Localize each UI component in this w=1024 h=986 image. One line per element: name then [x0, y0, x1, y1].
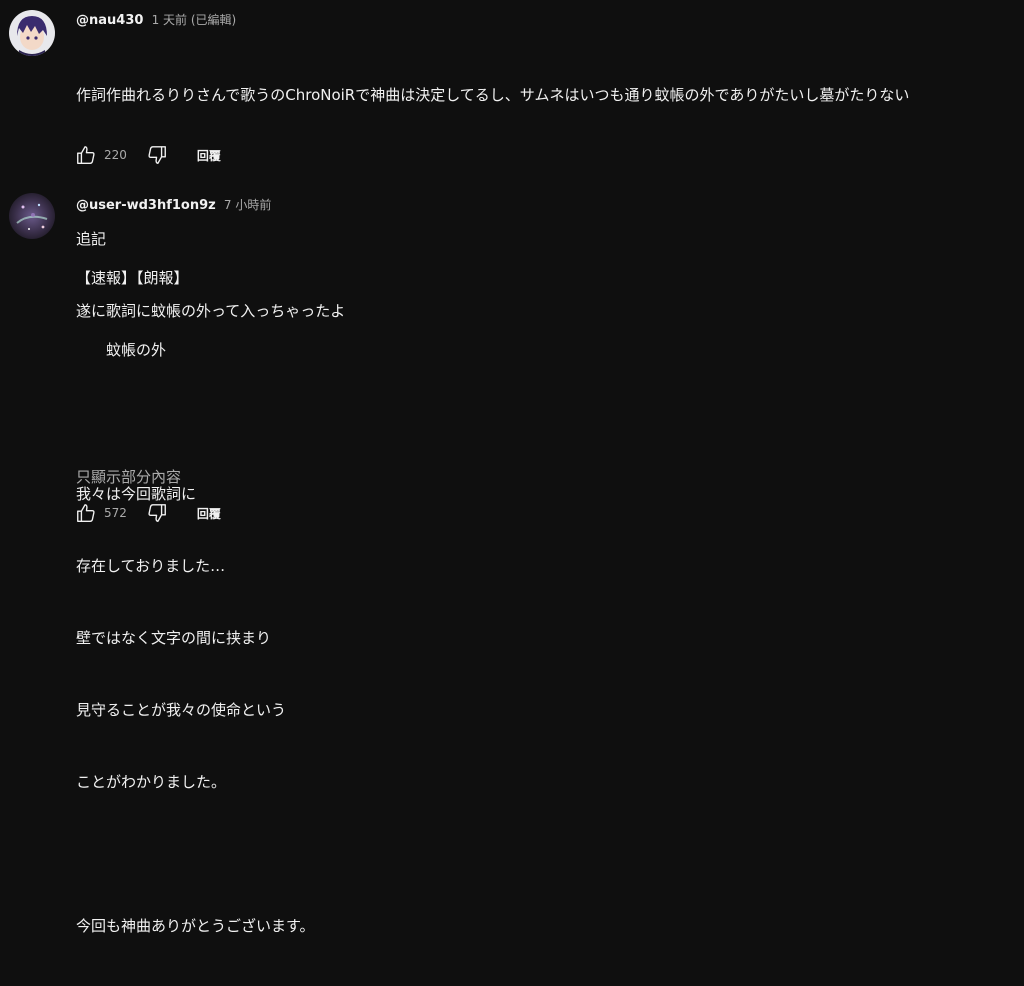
comment-line: 今回も神曲ありがとうございます。	[76, 917, 315, 935]
comment-line: 蚊帳の外	[76, 341, 167, 359]
avatar[interactable]	[9, 193, 55, 239]
comment-line: 見守ることが我々の使命という	[76, 701, 287, 719]
like-count: 572	[104, 506, 127, 520]
timestamp[interactable]: 1 天前 (已編輯)	[152, 13, 237, 27]
comment-header: @user-wd3hf1on9z 7 小時前	[76, 196, 271, 213]
dislike-button[interactable]	[145, 501, 169, 525]
thumb-up-icon	[77, 504, 95, 522]
timestamp[interactable]: 7 小時前	[224, 198, 271, 212]
comment-header: @nau430 1 天前 (已編輯)	[76, 11, 236, 28]
comment-text: 【速報】【朗報】 蚊帳の外 我々は今回歌詞に 存在しておりました… 壁ではなく文…	[76, 218, 315, 986]
avatar[interactable]	[9, 10, 55, 56]
comment-actions: 572 回覆	[74, 501, 221, 525]
thumb-down-icon	[148, 504, 166, 522]
author-name[interactable]: @user-wd3hf1on9z	[76, 198, 216, 213]
comment-line	[76, 410, 315, 434]
reply-button[interactable]: 回覆	[197, 147, 221, 164]
thumb-down-icon	[148, 146, 166, 164]
like-button[interactable]	[74, 501, 98, 525]
show-less-link[interactable]: 只顯示部分內容	[76, 466, 181, 487]
comment-line: ことがわかりました。	[76, 773, 227, 791]
thumb-up-icon	[77, 146, 95, 164]
like-button[interactable]	[74, 143, 98, 167]
comment-line: 壁ではなく文字の間に挟まり	[76, 629, 272, 647]
author-name[interactable]: @nau430	[76, 13, 143, 28]
comment-line: 作詞作曲れるりりさんで歌うのChroNoiRで神曲は決定してるし、サムネはいつも…	[76, 86, 910, 104]
like-count: 220	[104, 148, 127, 162]
comment-line	[76, 842, 315, 866]
dislike-button[interactable]	[145, 143, 169, 167]
comment-line: 【速報】【朗報】	[76, 269, 189, 287]
comment-actions: 220 回覆	[74, 143, 221, 167]
reply-button[interactable]: 回覆	[197, 505, 221, 522]
comment-line: 存在しておりました…	[76, 557, 226, 575]
